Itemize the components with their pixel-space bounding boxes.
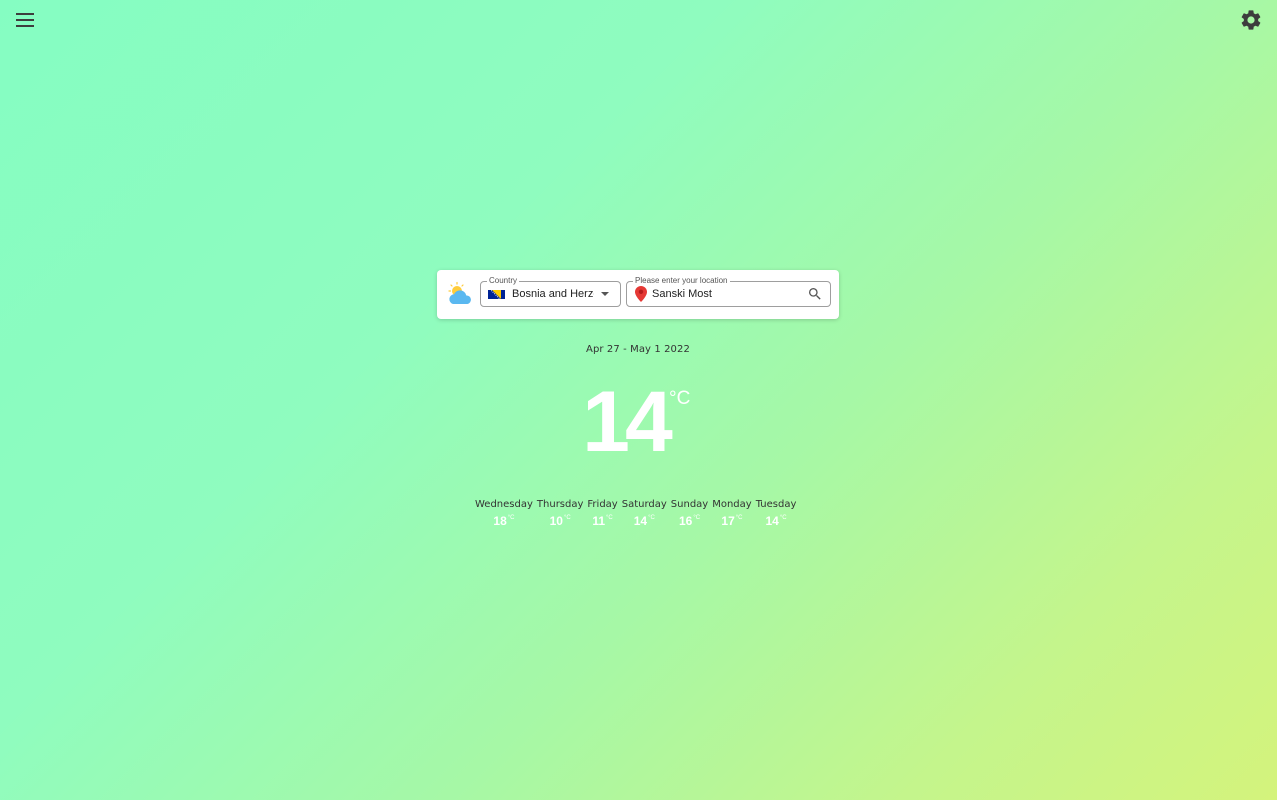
forecast-day-temp: 17°C [721,514,742,528]
temperature-unit: °C [669,388,691,409]
gear-icon[interactable] [1239,8,1263,32]
date-range: Apr 27 - May 1 2022 [586,344,690,355]
location-pin-icon [635,286,647,302]
forecast-day-name: Thursday [536,499,584,510]
forecast-day: Sunday 16°C [671,498,708,528]
forecast-temp-unit: °C [648,515,655,521]
menu-bar-line [16,19,34,21]
location-input[interactable] [652,285,802,303]
country-label: Country [487,275,520,286]
forecast-day: Monday 17°C [712,498,751,528]
current-temperature: 14 [582,374,673,470]
forecast-day-temp: 10°C [550,514,571,528]
forecast-day: Thursday 10°C [537,498,584,528]
forecast-temp-value: 18 [493,514,507,528]
forecast-temp-value: 10 [549,514,563,528]
forecast-day-name: Tuesday [755,499,797,510]
country-select[interactable]: Country Bosnia and Herzegovina [480,275,621,307]
forecast-day-name: Wednesday [475,499,533,510]
location-field[interactable]: Please enter your location [626,275,831,307]
forecast-day-name: Friday [587,499,618,510]
forecast-day-temp: 14°C [634,514,655,528]
forecast-day-name: Saturday [621,499,667,510]
forecast-temp-unit: °C [693,515,701,521]
hamburger-menu-icon[interactable] [14,8,38,32]
forecast-day: Tuesday 14°C [756,498,797,528]
chevron-down-icon[interactable] [601,292,609,296]
forecast-day-temp: 11°C [592,514,612,528]
country-value: Bosnia and Herzegovina [512,288,594,300]
location-search-card: Country Bosnia and Herzegovina Please en… [437,270,839,319]
forecast-temp-unit: °C [606,515,613,521]
forecast-day-temp: 14°C [766,514,787,528]
forecast-temp-value: 14 [633,514,648,528]
bosnia-and-herzegovina-flag [488,290,505,299]
forecast-temp-unit: °C [779,515,787,521]
forecast-day-name: Sunday [670,499,709,510]
forecast-temp-value: 16 [678,514,693,528]
forecast-temp-value: 17 [721,514,735,528]
forecast-temp-unit: °C [563,515,571,521]
forecast-day-temp: 18°C [493,514,514,528]
search-icon[interactable] [807,286,823,302]
forecast-temp-unit: °C [735,515,743,521]
menu-bar-line [16,13,34,15]
forecast-day: Friday 11°C [587,498,617,528]
menu-bar-line [16,25,34,27]
forecast-day: Wednesday 18°C [475,498,533,528]
forecast-day-name: Monday [712,499,752,510]
forecast-day: Saturday 14°C [622,498,667,528]
forecast-temp-value: 14 [765,514,779,528]
forecast-temp-value: 11 [592,514,606,528]
forecast-day-temp: 16°C [679,514,700,528]
partly-cloudy-icon [448,281,471,304]
weekly-forecast: Wednesday 18°C Thursday 10°C Friday 11°C… [475,498,796,528]
gear-icon-graphic [1241,10,1261,30]
forecast-temp-unit: °C [507,515,515,521]
